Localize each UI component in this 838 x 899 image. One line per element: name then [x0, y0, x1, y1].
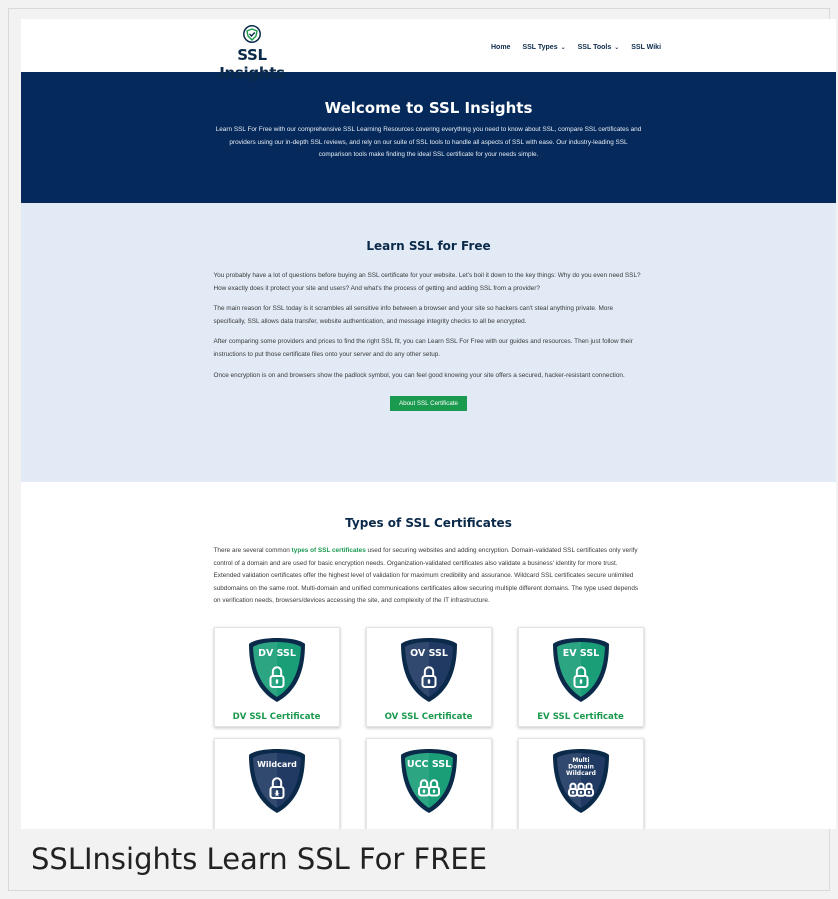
certificate-cards-grid: DV SSL DV SSL Certificate OV SSL OV SSL Cer… [213, 626, 644, 829]
shield-badge-icon: Wildcard ★ [248, 748, 305, 813]
learn-title: Learn SSL for Free [366, 239, 491, 253]
certificate-card[interactable]: DV SSL DV SSL Certificate [213, 626, 340, 727]
badge-label: OV SSL [410, 648, 448, 659]
badge-label: DV SSL [258, 648, 296, 659]
nav-label: SSL Types [522, 44, 558, 51]
intro-text: There are several common [213, 547, 292, 554]
learn-paragraph: The main reason for SSL today is it scra… [213, 305, 614, 325]
site-header: SSL Insights Home SSL Types ⌄ SSL Tools ⌄ … [21, 19, 836, 82]
types-title: Types of SSL Certificates [345, 516, 512, 530]
certificate-card[interactable]: Wildcard ★ [213, 737, 340, 829]
shield-badge-icon: MultiDomainWildcard [552, 748, 609, 813]
about-ssl-certificate-button[interactable]: About SSL Certificate [390, 396, 467, 412]
shield-check-logo-icon [243, 25, 261, 43]
webpage-viewport: SSL Insights Home SSL Types ⌄ SSL Tools ⌄ … [21, 19, 836, 829]
certificate-card[interactable]: OV SSL OV SSL Certificate [365, 626, 492, 727]
nav-label: Home [491, 44, 511, 51]
shield-badge-icon: OV SSL [400, 637, 457, 702]
chevron-down-icon: ⌄ [614, 45, 620, 51]
nav-item-home[interactable]: Home [491, 44, 510, 51]
shield-badge-icon: EV SSL [552, 637, 609, 702]
card-title: EV SSL Certificate [537, 711, 624, 722]
intro-text: used for securing websites and adding en… [213, 547, 639, 605]
learn-content: You probably have a lot of questions bef… [214, 270, 644, 382]
certificate-card[interactable]: Multi Domain Wildcard [517, 737, 644, 829]
logo-text: SSL Insights [219, 46, 285, 82]
chevron-down-icon: ⌄ [560, 45, 566, 51]
button-wrapper: About SSL Certificate [21, 392, 836, 412]
shield-badge-icon: UCC SSL [400, 748, 457, 813]
types-intro: There are several common types of SSL ce… [214, 545, 644, 608]
learn-paragraph: You probably have a lot of questions bef… [213, 272, 641, 292]
badge-label: Wildcard [257, 760, 297, 769]
types-of-ssl-link[interactable]: types of SSL certificates [292, 547, 366, 554]
learn-section: Learn SSL for Free You probably have a l… [21, 203, 836, 482]
hero-title: Welcome to SSL Insights [324, 99, 533, 117]
hero-section: Welcome to SSL Insights Learn SSL For Fr… [21, 72, 836, 203]
nav-label: SSL Wiki [631, 44, 662, 51]
star-icon: ★ [273, 790, 279, 798]
nav-item-ssl-types[interactable]: SSL Types ⌄ [522, 44, 565, 51]
screenshot-frame: SSL Insights Home SSL Types ⌄ SSL Tools ⌄ … [8, 8, 836, 891]
certificate-card[interactable]: UCC SSL [365, 737, 492, 829]
badge-label: UCC SSL [406, 759, 450, 770]
learn-paragraph: After comparing some providers and price… [213, 338, 633, 358]
badge-label: Wildcard [566, 770, 596, 777]
types-section: Types of SSL Certificates There are seve… [21, 482, 836, 829]
page-caption: SSLInsights Learn SSL For FREE [31, 842, 488, 876]
hero-text: Learn SSL For Free with our comprehensiv… [215, 126, 642, 159]
nav-label: SSL Tools [577, 44, 612, 51]
certificate-card[interactable]: EV SSL EV SSL Certificate [517, 626, 644, 727]
card-title: OV SSL Certificate [384, 711, 473, 722]
nav-item-ssl-wiki[interactable]: SSL Wiki [631, 44, 661, 51]
learn-paragraph: Once encryption is on and browsers show … [213, 371, 625, 379]
badge-label: EV SSL [562, 648, 598, 659]
nav-item-ssl-tools[interactable]: SSL Tools ⌄ [578, 44, 620, 51]
site-logo[interactable]: SSL Insights [207, 25, 297, 82]
main-nav: Home SSL Types ⌄ SSL Tools ⌄ SSL Wiki [491, 44, 661, 51]
shield-badge-icon: DV SSL [248, 637, 305, 702]
card-title: DV SSL Certificate [232, 711, 321, 722]
